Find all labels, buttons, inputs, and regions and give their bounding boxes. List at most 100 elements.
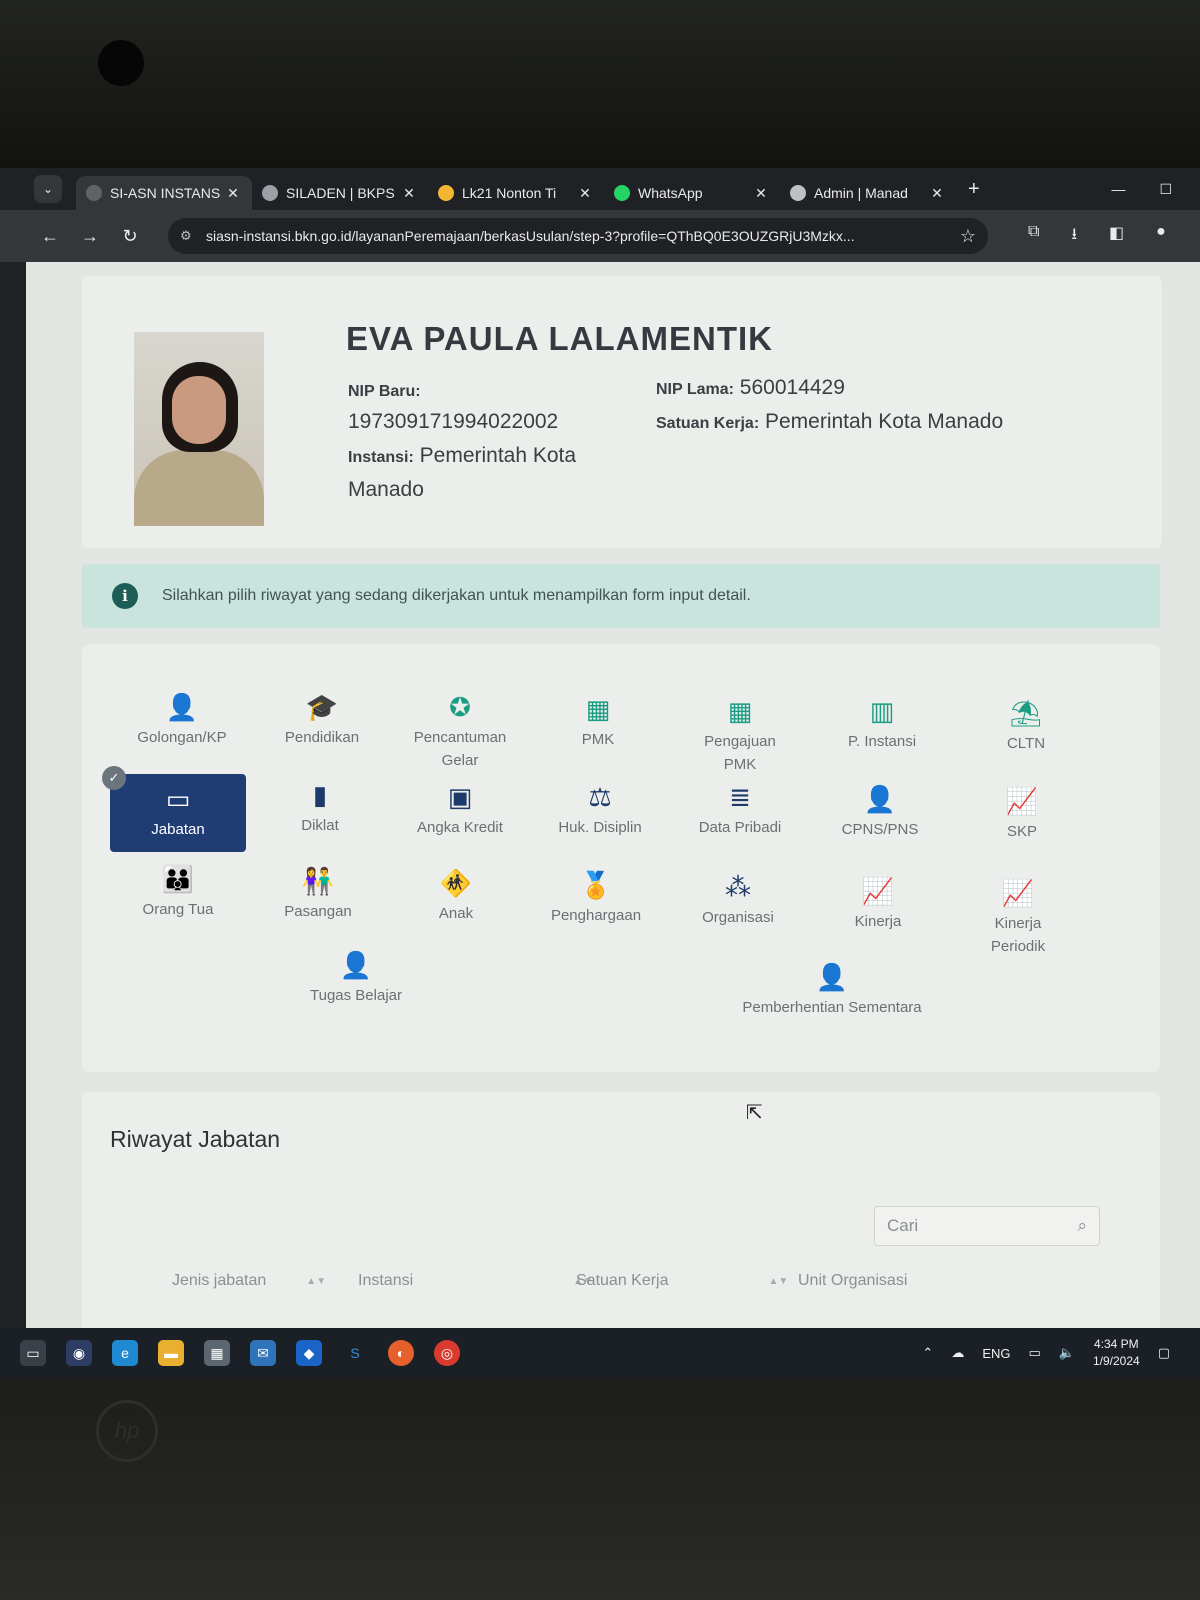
menu-diklat[interactable]: ▮ Diklat bbox=[252, 778, 388, 837]
menu-penghargaan[interactable]: 🏅 Penghargaan bbox=[528, 868, 664, 927]
menu-huk-disiplin[interactable]: ⚖ Huk. Disiplin bbox=[532, 780, 668, 839]
menu-data-pribadi[interactable]: ≣ Data Pribadi bbox=[672, 780, 808, 839]
tab-title: Lk21 Nonton Ti bbox=[462, 185, 557, 201]
user-check-icon: 👤 bbox=[339, 950, 373, 980]
umbrella-beach-icon: ⛱ bbox=[1009, 698, 1043, 728]
menu-tugas-belajar[interactable]: 👤 Tugas Belajar bbox=[288, 948, 424, 1007]
sublime-icon[interactable]: S bbox=[342, 1340, 368, 1366]
children-icon: 🚸 bbox=[439, 868, 473, 898]
menu-pasangan[interactable]: 👫 Pasangan bbox=[250, 864, 386, 923]
profile-icon[interactable]: ● bbox=[1156, 223, 1166, 250]
info-alert: i Silahkan pilih riwayat yang sedang dik… bbox=[82, 564, 1160, 628]
couple-icon: 👫 bbox=[301, 866, 335, 896]
sort-icon[interactable]: ▲▼ bbox=[769, 1276, 789, 1287]
tab-title: SILADEN | BKPS bbox=[286, 185, 395, 201]
tab-siladen[interactable]: SILADEN | BKPS ✕ bbox=[252, 176, 428, 210]
menu-p-instansi[interactable]: ▥ P. Instansi bbox=[814, 694, 950, 753]
file-explorer-icon[interactable]: ▬ bbox=[158, 1340, 184, 1366]
menu-pencantuman-gelar[interactable]: ✪ Pencantuman Gelar bbox=[392, 690, 528, 772]
menu-jabatan[interactable]: ✓ ▭ Jabatan bbox=[102, 766, 246, 852]
lk21-favicon-icon bbox=[438, 185, 454, 201]
search-icon: ⌕ bbox=[1077, 1216, 1087, 1235]
network-icon[interactable]: ▭ bbox=[1029, 1345, 1041, 1361]
teams-icon[interactable]: ◉ bbox=[66, 1340, 92, 1366]
minimize-icon[interactable]: — bbox=[1111, 181, 1125, 198]
chevron-up-icon[interactable]: ⌃ bbox=[922, 1345, 933, 1361]
column-header-jenis-jabatan[interactable]: Jenis jabatan ▲▼ bbox=[172, 1272, 326, 1290]
notification-icon[interactable]: ▢ bbox=[1158, 1345, 1170, 1361]
info-icon: i bbox=[112, 583, 138, 609]
web-page: EVA PAULA LALAMENTIK NIP Baru: 197309171… bbox=[26, 262, 1200, 1328]
menu-kinerja-periodik[interactable]: 📈 Kinerja Periodik bbox=[950, 876, 1086, 958]
menu-pengajuan-pmk[interactable]: ▦ Pengajuan PMK bbox=[672, 694, 808, 776]
column-header-instansi[interactable]: Instansi ▲▼ bbox=[358, 1272, 593, 1290]
maximize-icon[interactable]: ☐ bbox=[1159, 181, 1172, 198]
cloud-icon[interactable]: ☁ bbox=[951, 1345, 964, 1361]
mail-icon[interactable]: ✉ bbox=[250, 1340, 276, 1366]
search-input[interactable]: Cari ⌕ bbox=[874, 1206, 1100, 1246]
task-view-icon[interactable]: ▭ bbox=[20, 1340, 46, 1366]
info-alert-text: Silahkan pilih riwayat yang sedang diker… bbox=[162, 587, 751, 604]
menu-orang-tua[interactable]: 👪 Orang Tua bbox=[110, 862, 246, 921]
menu-cltn[interactable]: ⛱ CLTN bbox=[958, 696, 1094, 755]
tab-whatsapp[interactable]: WhatsApp ✕ bbox=[604, 176, 780, 210]
close-tab-icon[interactable]: ✕ bbox=[928, 185, 946, 202]
address-bar[interactable]: ⚙ siasn-instansi.bkn.go.id/layananPerema… bbox=[168, 218, 988, 254]
close-tab-icon[interactable]: ✕ bbox=[400, 185, 418, 202]
tab-lk21[interactable]: Lk21 Nonton Ti ✕ bbox=[428, 176, 604, 210]
building-icon: ▥ bbox=[869, 696, 895, 726]
menu-golongan-kp[interactable]: 👤 Golongan/KP bbox=[114, 690, 250, 749]
tab-siasn[interactable]: SI-ASN INSTANS ✕ bbox=[76, 176, 252, 210]
menu-kinerja[interactable]: 📈 Kinerja bbox=[810, 874, 946, 933]
close-tab-icon[interactable]: ✕ bbox=[224, 185, 242, 202]
column-header-unit-organisasi[interactable]: Unit Organisasi bbox=[798, 1272, 907, 1290]
menu-organisasi[interactable]: ⁂ Organisasi bbox=[670, 870, 806, 929]
back-arrow-icon[interactable]: ← bbox=[30, 226, 70, 247]
toolbar-icons: ⧉ ⭳ ◧ ● bbox=[1028, 223, 1166, 250]
language-indicator[interactable]: ENG bbox=[982, 1346, 1010, 1361]
forward-arrow-icon[interactable]: → bbox=[70, 226, 110, 247]
instansi-field: Instansi: Pemerintah Kota bbox=[348, 444, 577, 467]
menu-pmk[interactable]: ▦ PMK bbox=[530, 692, 666, 751]
network-icon: ⁂ bbox=[725, 872, 751, 902]
satuan-kerja-field: Satuan Kerja: Pemerintah Kota Manado bbox=[656, 410, 1004, 433]
bookmark-star-icon[interactable]: ☆ bbox=[960, 226, 976, 247]
feather-favicon-icon bbox=[262, 185, 278, 201]
chrome-icon[interactable]: ◎ bbox=[434, 1340, 460, 1366]
database-icon: ≣ bbox=[729, 782, 751, 812]
dropbox-icon[interactable]: ◆ bbox=[296, 1340, 322, 1366]
new-tab-plus-icon[interactable]: + bbox=[968, 178, 980, 201]
tab-admin-manado[interactable]: Admin | Manad ✕ bbox=[780, 176, 956, 210]
menu-angka-kredit[interactable]: ▣ Angka Kredit bbox=[392, 780, 528, 839]
firefox-icon[interactable]: ◐ bbox=[388, 1340, 414, 1366]
url-text: siasn-instansi.bkn.go.id/layananPeremaja… bbox=[206, 228, 855, 244]
tab-search-chevron-icon[interactable]: ⌄ bbox=[34, 175, 62, 203]
money-bill-icon: ▣ bbox=[447, 782, 473, 812]
award-icon: ✪ bbox=[449, 692, 471, 722]
close-tab-icon[interactable]: ✕ bbox=[576, 185, 594, 202]
menu-skp[interactable]: 📈 SKP bbox=[954, 784, 1090, 843]
instansi-value-line2: Manado bbox=[348, 478, 424, 501]
extensions-puzzle-icon[interactable]: ⧉ bbox=[1028, 223, 1039, 250]
reload-icon[interactable]: ↻ bbox=[110, 226, 150, 247]
family-icon: 👪 bbox=[161, 864, 195, 894]
edge-icon[interactable]: e bbox=[112, 1340, 138, 1366]
monitor-bezel-top bbox=[0, 0, 1200, 168]
tab-title: WhatsApp bbox=[638, 185, 703, 201]
download-icon[interactable]: ⭳ bbox=[1071, 223, 1077, 250]
column-header-satuan-kerja[interactable]: Satuan Kerja ▲▼ bbox=[576, 1272, 788, 1290]
riwayat-jabatan-section: Riwayat Jabatan Cari ⌕ Jenis jabatan ▲▼ I… bbox=[82, 1092, 1160, 1328]
clock[interactable]: 4:34 PM 1/9/2024 bbox=[1093, 1336, 1140, 1370]
close-tab-icon[interactable]: ✕ bbox=[752, 185, 770, 202]
section-title: Riwayat Jabatan bbox=[110, 1126, 281, 1152]
side-panel-icon[interactable]: ◧ bbox=[1109, 223, 1124, 250]
volume-icon[interactable]: 🔈 bbox=[1059, 1345, 1075, 1361]
menu-pemberhentian-sementara[interactable]: 👤 Pemberhentian Sementara bbox=[722, 960, 942, 1019]
store-icon[interactable]: ▦ bbox=[204, 1340, 230, 1366]
sort-icon[interactable]: ▲▼ bbox=[306, 1276, 326, 1287]
menu-cpns-pns[interactable]: 👤 CPNS/PNS bbox=[812, 782, 948, 841]
menu-pendidikan[interactable]: 🎓 Pendidikan bbox=[254, 690, 390, 749]
riwayat-menu-card: 👤 Golongan/KP 🎓 Pendidikan ✪ Pencantuman… bbox=[82, 644, 1160, 1072]
site-settings-icon[interactable]: ⚙ bbox=[180, 228, 206, 244]
menu-anak[interactable]: 🚸 Anak bbox=[388, 866, 524, 925]
